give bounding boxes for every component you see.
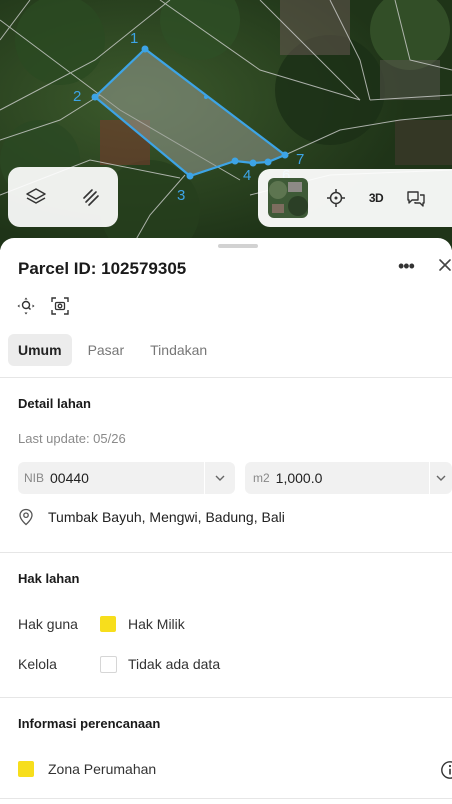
divider [0,798,452,799]
parcel-label-7: 7 [296,151,304,168]
kelola-swatch [100,656,117,673]
hak-guna-label: Hak guna [18,616,78,632]
last-update: Last update: 05/26 [18,431,126,446]
parcel-label-3: 3 [177,187,185,204]
zoom-to-parcel-button[interactable] [16,296,36,321]
parcel-vertex-1 [141,45,149,53]
parcel-vertex-5 [249,159,257,167]
map-tools-right: 3D [258,169,452,227]
nib-dropdown[interactable] [204,462,235,494]
address-row: Tumbak Bayuh, Mengwi, Badung, Bali [18,508,285,526]
divider [0,377,452,378]
zoom-to-parcel-icon [17,297,35,315]
parcel-vertex-2 [91,93,99,101]
info-icon [441,761,452,779]
satellite-thumbnail[interactable] [268,178,308,218]
capture-icon [51,297,69,315]
zone-label: Zona Perumahan [48,761,157,777]
parcel-label-2: 2 [73,88,81,105]
parcel-vertex-3 [186,172,194,180]
area-value: 1,000.0 [275,470,323,486]
rights-heading: Hak lahan [18,571,80,586]
chevron-down-icon [436,475,446,481]
location-pin-icon [19,508,33,526]
drag-handle[interactable] [218,244,258,248]
area-dropdown[interactable] [429,462,452,494]
draw-button[interactable] [71,177,111,217]
satellite-thumbnail-image [268,178,308,218]
area-field[interactable]: m2 1,000.0 [245,462,452,494]
chevron-down-icon [215,475,225,481]
tab-bar: Umum Pasar Tindakan [8,334,217,366]
parcel-title: Parcel ID: 102579305 [18,259,187,278]
close-icon [439,259,451,271]
hak-guna-value: Hak Milik [128,616,185,632]
divider [0,697,452,698]
address-text: Tumbak Bayuh, Mengwi, Badung, Bali [48,509,285,525]
hak-guna-swatch [100,616,116,632]
kelola-value: Tidak ada data [128,656,221,672]
parcel-vertex-6 [264,158,272,166]
layers-icon [25,188,46,204]
locate-icon [327,189,345,207]
screenshot-button[interactable] [50,296,70,321]
3d-label: 3D [368,191,384,205]
parcel-label-1: 1 [130,30,138,47]
draw-icon [82,189,99,206]
more-options-button[interactable]: ••• [398,256,415,277]
detail-heading: Detail lahan [18,396,91,411]
feedback-button[interactable] [396,178,436,218]
info-button[interactable] [440,760,452,785]
kelola-label: Kelola [18,656,57,672]
3d-toggle-button[interactable]: 3D [356,178,396,218]
nib-value: 00440 [50,470,89,486]
planning-heading: Informasi perencanaan [18,716,161,731]
feedback-icon [407,191,425,207]
parcel-vertex-7 [281,151,289,159]
close-button[interactable] [438,258,452,277]
locate-button[interactable] [316,178,356,218]
divider [0,552,452,553]
zone-swatch [18,761,34,777]
nib-field[interactable]: NIB 00440 [18,462,235,494]
map-tools-left [8,167,118,227]
parcel-vertex-4 [231,157,239,165]
parcel-midpoint [204,95,208,99]
area-prefix: m2 [253,471,270,485]
parcel-label-4: 4 [243,167,251,184]
nib-prefix: NIB [24,471,45,485]
parcel-detail-sheet: Parcel ID: 102579305 ••• Umum Pasar Tind… [0,238,452,804]
tab-pasar[interactable]: Pasar [78,334,135,366]
map-view[interactable]: 1 2 3 4 6 7 [0,0,452,250]
tab-tindakan[interactable]: Tindakan [140,334,217,366]
tab-umum[interactable]: Umum [8,334,72,366]
layers-button[interactable] [16,177,56,217]
